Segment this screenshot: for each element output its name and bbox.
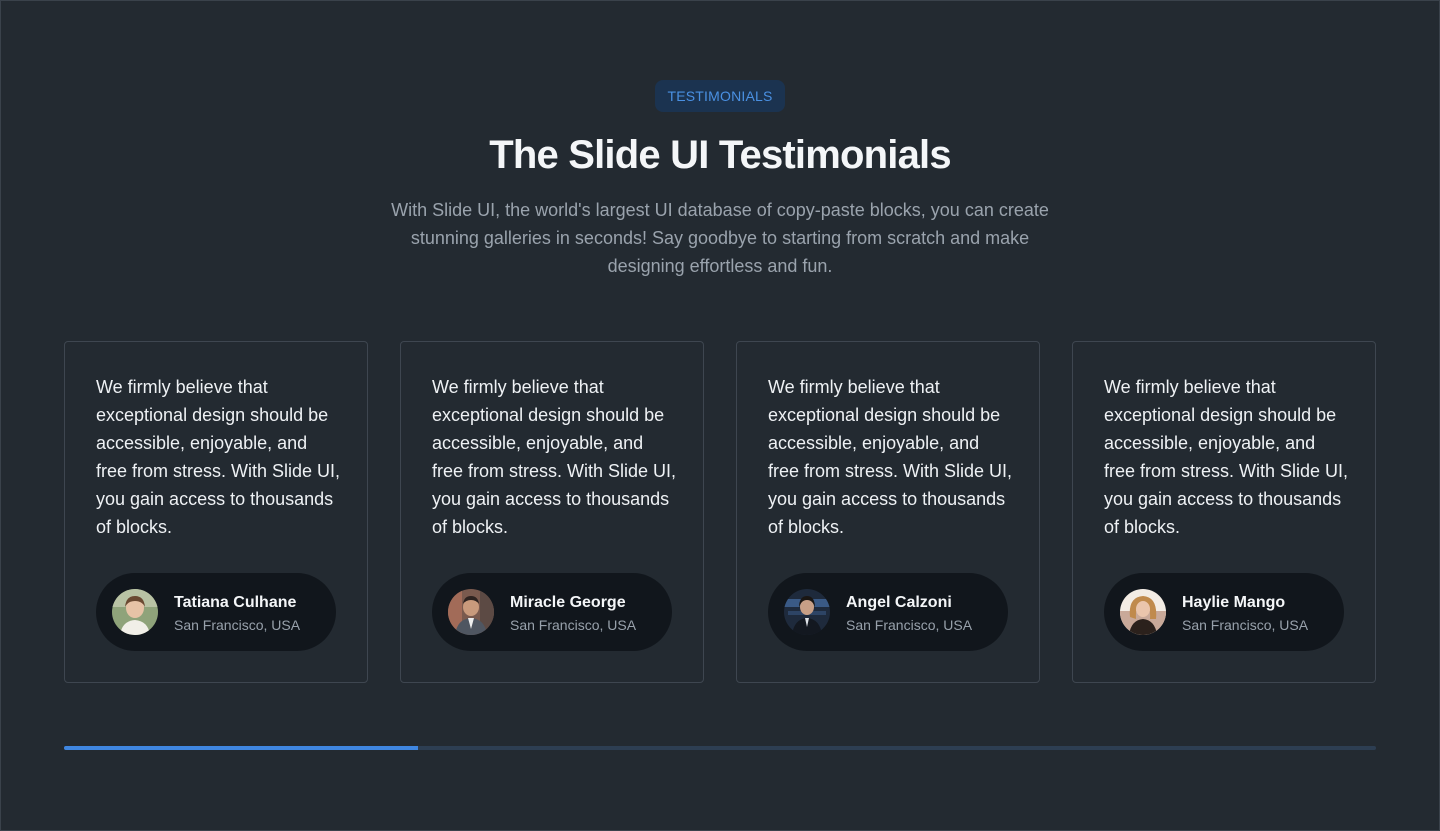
section-title: The Slide UI Testimonials — [489, 133, 951, 177]
testimonial-card: We firmly believe that exceptional desig… — [64, 341, 368, 683]
testimonial-card: We firmly believe that exceptional desig… — [1072, 341, 1376, 683]
testimonial-card: We firmly believe that exceptional desig… — [736, 341, 1040, 683]
testimonial-quote: We firmly believe that exceptional desig… — [1104, 377, 1349, 537]
avatar — [1120, 589, 1166, 635]
testimonial-quote: We firmly believe that exceptional desig… — [432, 377, 677, 537]
author-pill: Miracle George San Francisco, USA — [432, 573, 672, 651]
avatar — [448, 589, 494, 635]
testimonial-quote: We firmly believe that exceptional desig… — [96, 377, 341, 537]
testimonial-quote: We firmly believe that exceptional desig… — [768, 377, 1013, 537]
author-name: Tatiana Culhane — [174, 594, 297, 611]
section-badge: TESTIMONIALS — [655, 80, 785, 112]
testimonial-slider[interactable]: We firmly believe that exceptional desig… — [64, 341, 1376, 683]
avatar — [112, 589, 158, 635]
author-name: Haylie Mango — [1182, 594, 1286, 611]
author-location: San Francisco, USA — [846, 617, 973, 633]
author-location: San Francisco, USA — [510, 617, 637, 633]
section-subtitle: With Slide UI, the world's largest UI da… — [391, 200, 1049, 276]
author-pill: Angel Calzoni San Francisco, USA — [768, 573, 1008, 651]
author-pill: Haylie Mango San Francisco, USA — [1104, 573, 1344, 651]
author-name: Miracle George — [510, 594, 626, 611]
author-pill: Tatiana Culhane San Francisco, USA — [96, 573, 336, 651]
testimonial-card: We firmly believe that exceptional desig… — [400, 341, 704, 683]
avatar — [784, 589, 830, 635]
section-header: TESTIMONIALS The Slide UI Testimonials W… — [0, 80, 1440, 280]
author-location: San Francisco, USA — [174, 617, 301, 633]
slider-progress-fill — [64, 746, 419, 750]
author-name: Angel Calzoni — [846, 594, 952, 611]
author-location: San Francisco, USA — [1182, 617, 1309, 633]
slider-progress-track[interactable] — [64, 746, 1376, 750]
